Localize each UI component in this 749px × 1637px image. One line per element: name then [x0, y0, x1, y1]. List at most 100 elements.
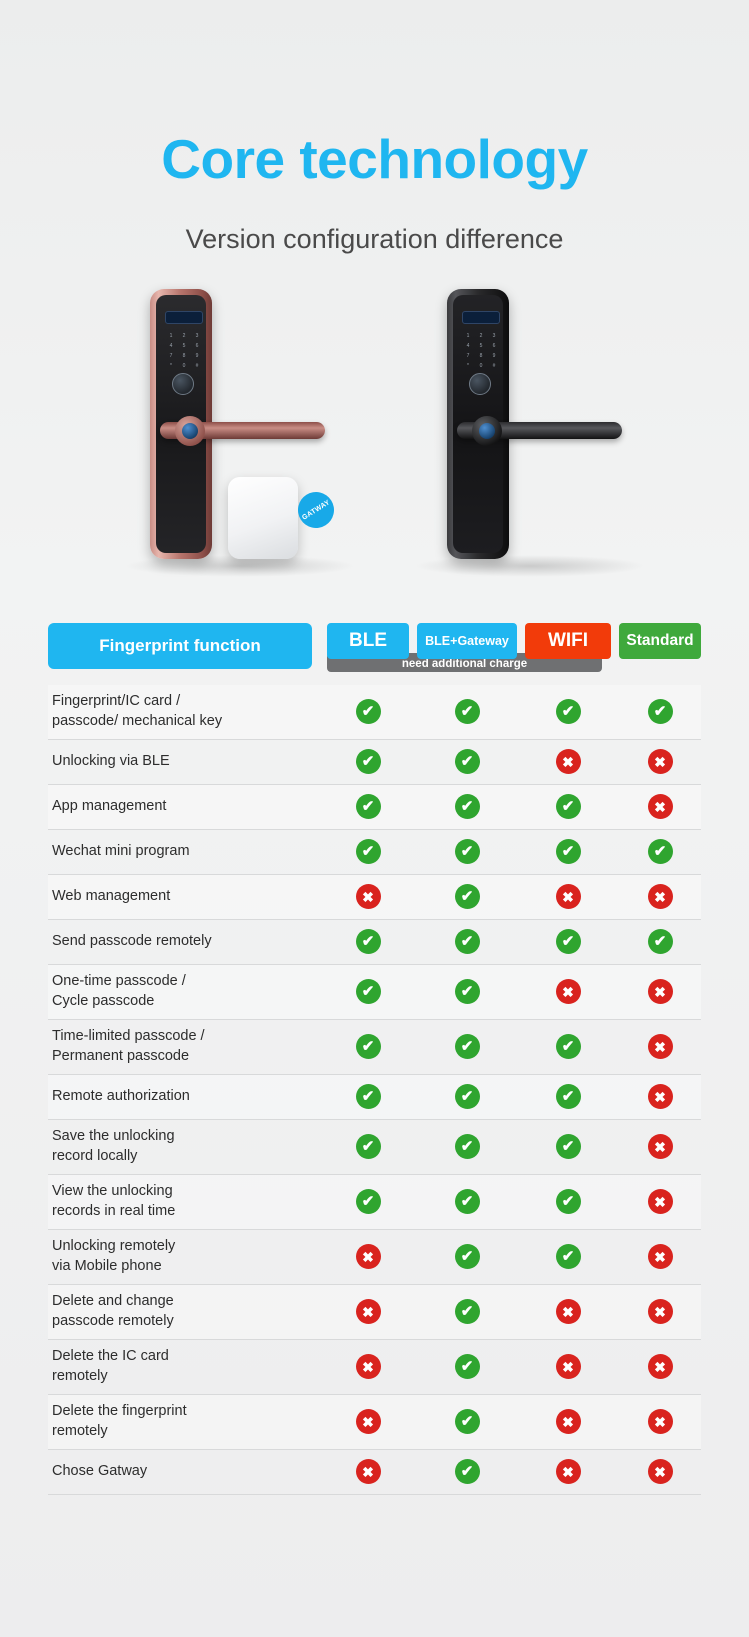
fingerprint-sensor-icon	[469, 372, 491, 395]
table-body: Fingerprint/IC card / passcode/ mechanica…	[48, 684, 701, 1495]
cross-icon: ✖	[647, 1354, 673, 1380]
table-cell: ✔	[417, 839, 517, 865]
table-cell: ✔	[417, 1354, 517, 1380]
table-cell: ✖	[619, 884, 701, 910]
row-label: Delete the fingerprint remotely	[52, 1403, 187, 1439]
key: 7	[466, 352, 470, 359]
check-icon: ✔	[454, 699, 480, 725]
table-row: Delete the fingerprint remotely ✖ ✔ ✖ ✖	[48, 1394, 701, 1450]
check-icon: ✔	[555, 699, 581, 725]
table-cell: ✔	[327, 979, 409, 1005]
row-label: Chose Gatway	[52, 1463, 148, 1480]
cross-icon: ✖	[647, 1409, 673, 1435]
table-row: Web management ✖ ✔ ✖ ✖	[48, 874, 701, 920]
page-root: Core technology Version configuration di…	[0, 37, 749, 1637]
check-icon: ✔	[355, 979, 381, 1005]
knob-inner	[479, 422, 495, 439]
check-icon: ✔	[355, 1134, 381, 1160]
table-cell: ✖	[619, 1189, 701, 1215]
table-cell: ✔	[417, 979, 517, 1005]
table-cell: ✖	[619, 1354, 701, 1380]
row-label: App management	[52, 798, 167, 815]
cross-icon: ✖	[647, 1134, 673, 1160]
row-values: ✖ ✔ ✖ ✖	[327, 1299, 701, 1325]
lock-screen-black	[462, 310, 500, 324]
table-cell: ✔	[417, 1299, 517, 1325]
row-values: ✖ ✔ ✖ ✖	[327, 1459, 701, 1485]
table-cell: ✖	[525, 1409, 611, 1435]
check-icon: ✔	[647, 839, 673, 865]
keypad-rose: 1 2 3 4 5 6 7 8 9 * 0 #	[166, 333, 202, 369]
table-cell: ✔	[417, 1084, 517, 1110]
table-header-row: Fingerprint function BLE BLE+Gateway WIF…	[48, 622, 701, 672]
key: 8	[479, 352, 483, 359]
row-label: Time-limited passcode / Permanent passcod…	[52, 1028, 205, 1064]
table-row: View the unlocking records in real time ✔ ✔…	[48, 1174, 701, 1230]
table-cell: ✔	[525, 699, 611, 725]
table-row: Delete the IC card remotely ✖ ✔ ✖ ✖	[48, 1340, 701, 1395]
key: 9	[492, 352, 496, 359]
table-cell: ✔	[327, 1134, 409, 1160]
table-cell: ✔	[525, 929, 611, 955]
row-values: ✔ ✔ ✖ ✖	[327, 979, 701, 1005]
table-cell: ✔	[417, 794, 517, 820]
row-label: Web management	[52, 888, 171, 905]
table-row: Delete and change passcode remotely ✖ ✔ ✖ ✖	[48, 1284, 701, 1340]
table-cell: ✔	[619, 839, 701, 865]
table-cell: ✔	[417, 929, 517, 955]
table-cell: ✖	[619, 749, 701, 775]
table-cell: ✖	[327, 1244, 409, 1270]
row-label: Delete and change passcode remotely	[52, 1293, 174, 1329]
cross-icon: ✖	[355, 1409, 381, 1435]
row-values: ✖ ✔ ✖ ✖	[327, 1409, 701, 1435]
cross-icon: ✖	[355, 1299, 381, 1325]
key: *	[170, 362, 172, 369]
table-cell: ✔	[619, 699, 701, 725]
check-icon: ✔	[454, 929, 480, 955]
table-cell: ✔	[417, 1244, 517, 1270]
table-cell: ✔	[417, 1189, 517, 1215]
cross-icon: ✖	[647, 1189, 673, 1215]
column-header-standard: Standard	[619, 622, 701, 659]
cross-icon: ✖	[647, 1084, 673, 1110]
check-icon: ✔	[555, 1034, 581, 1060]
table-cell: ✔	[417, 1409, 517, 1435]
table-row: Wechat mini program ✔ ✔ ✔ ✔	[48, 830, 701, 875]
table-cell: ✖	[619, 1244, 701, 1270]
row-label: Remote authorization	[52, 1088, 190, 1105]
table-cell: ✔	[417, 699, 517, 725]
check-icon: ✔	[555, 794, 581, 820]
table-cell: ✖	[525, 1459, 611, 1485]
cross-icon: ✖	[555, 884, 581, 910]
check-icon: ✔	[355, 929, 381, 955]
cross-icon: ✖	[355, 1459, 381, 1485]
column-header-ble: BLE	[327, 622, 409, 659]
check-icon: ✔	[454, 839, 480, 865]
row-values: ✔ ✔ ✔ ✔	[327, 699, 701, 725]
row-label: One-time passcode / Cycle passcode	[52, 973, 186, 1009]
cross-icon: ✖	[647, 1034, 673, 1060]
table-cell: ✔	[417, 884, 517, 910]
key: 0	[182, 362, 186, 369]
column-header-ble-gateway: BLE+Gateway	[417, 622, 517, 659]
row-values: ✔ ✔ ✔ ✖	[327, 1084, 701, 1110]
table-cell: ✔	[525, 1034, 611, 1060]
cross-icon: ✖	[555, 749, 581, 775]
check-icon: ✔	[454, 979, 480, 1005]
table-cell: ✖	[525, 884, 611, 910]
key: 8	[182, 352, 186, 359]
row-label: Fingerprint/IC card / passcode/ mechanica…	[52, 693, 223, 729]
row-values: ✔ ✔ ✖ ✖	[327, 749, 701, 775]
row-values: ✔ ✔ ✔ ✖	[327, 1034, 701, 1060]
table-cell: ✖	[619, 1459, 701, 1485]
table-cell: ✔	[525, 794, 611, 820]
check-icon: ✔	[355, 749, 381, 775]
key: #	[195, 362, 199, 369]
check-icon: ✔	[454, 1244, 480, 1270]
table-cell: ✔	[327, 1034, 409, 1060]
check-icon: ✔	[355, 839, 381, 865]
key: *	[467, 362, 469, 369]
keypad-black: 1 2 3 4 5 6 7 8 9 * 0 #	[463, 333, 499, 369]
row-label: View the unlocking records in real time	[52, 1183, 176, 1219]
table-cell: ✖	[619, 794, 701, 820]
